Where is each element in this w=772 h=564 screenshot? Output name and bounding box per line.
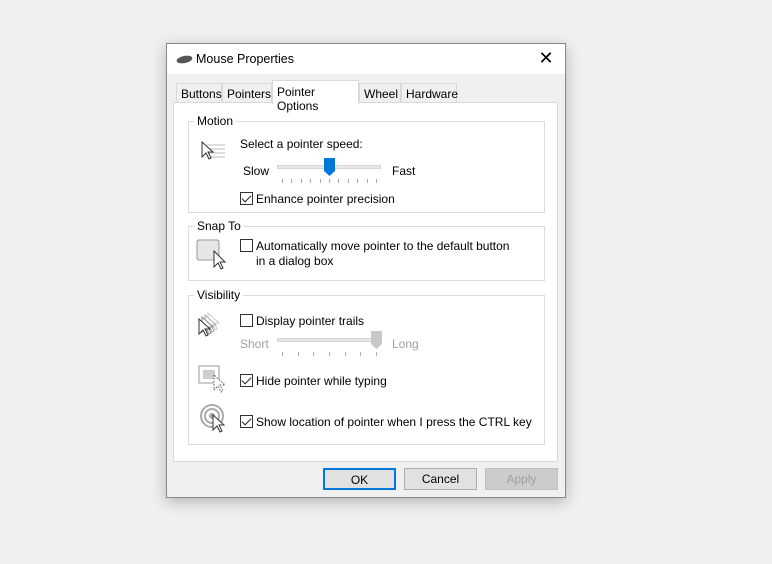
tab-wheel[interactable]: Wheel [359, 83, 401, 103]
tab-buttons[interactable]: Buttons [176, 83, 222, 103]
hide-pointer-checkbox[interactable] [240, 374, 253, 387]
slider-tick [282, 352, 283, 356]
enhance-precision-label[interactable]: Enhance pointer precision [256, 192, 395, 206]
mouse-icon [176, 55, 193, 64]
slider-tick [313, 352, 315, 356]
slider-tick [376, 352, 377, 356]
snap-to-group-label: Snap To [194, 219, 244, 233]
pointer-trails-icon [198, 311, 221, 337]
pointer-speed-icon [201, 140, 225, 160]
pointer-speed-label: Select a pointer speed: [240, 137, 363, 151]
tab-hardware[interactable]: Hardware [401, 83, 458, 103]
slider-tick [376, 179, 377, 183]
slider-tick [329, 352, 330, 356]
slider-tick [297, 352, 299, 356]
ok-button[interactable]: OK [323, 468, 396, 490]
tab-pointer-options[interactable]: Pointer Options [272, 80, 359, 113]
enhance-precision-checkbox[interactable] [240, 192, 253, 205]
slider-tick [344, 352, 346, 356]
title-bar[interactable]: Mouse Properties ✕ [167, 44, 565, 74]
tab-pointers[interactable]: Pointers [222, 83, 272, 103]
long-label: Long [392, 337, 419, 351]
snap-to-checkbox[interactable] [240, 239, 253, 252]
pointer-trails-thumb[interactable] [371, 331, 382, 350]
visibility-group-label: Visibility [194, 288, 244, 302]
cancel-button[interactable]: Cancel [404, 468, 477, 490]
hide-pointer-label[interactable]: Hide pointer while typing [256, 374, 387, 388]
slider-tick [282, 179, 283, 183]
slider-tick [357, 179, 359, 183]
pointer-trails-label[interactable]: Display pointer trails [256, 314, 364, 328]
slow-label: Slow [243, 164, 270, 178]
show-location-checkbox[interactable] [240, 415, 253, 428]
pointer-trails-checkbox[interactable] [240, 314, 253, 327]
slider-tick [310, 179, 312, 183]
pointer-trails-slider[interactable] [277, 338, 381, 342]
slider-tick [291, 179, 293, 183]
apply-button[interactable]: Apply [485, 468, 558, 490]
mouse-properties-dialog: Mouse Properties ✕ Buttons Pointers Poin… [166, 43, 566, 498]
slider-tick [319, 179, 321, 183]
slider-tick [347, 179, 349, 183]
short-label: Short [240, 337, 269, 351]
window-title: Mouse Properties [196, 52, 294, 66]
hide-pointer-icon [198, 365, 227, 393]
slider-tick [338, 179, 340, 183]
slider-tick [360, 352, 362, 356]
pointer-speed-thumb[interactable] [324, 158, 335, 177]
show-location-label[interactable]: Show location of pointer when I press th… [256, 415, 532, 429]
slider-tick [300, 179, 302, 183]
snap-to-label[interactable]: Automatically move pointer to the defaul… [256, 239, 516, 269]
slider-tick [366, 179, 368, 183]
snap-to-icon [196, 239, 227, 270]
tab-panel: Motion Select a pointer speed: Slow Fast… [173, 102, 558, 462]
pointer-location-icon [200, 404, 226, 433]
motion-group-label: Motion [194, 114, 237, 128]
slider-tick [329, 179, 330, 183]
fast-label: Fast [392, 164, 416, 178]
close-icon[interactable]: ✕ [535, 48, 557, 68]
